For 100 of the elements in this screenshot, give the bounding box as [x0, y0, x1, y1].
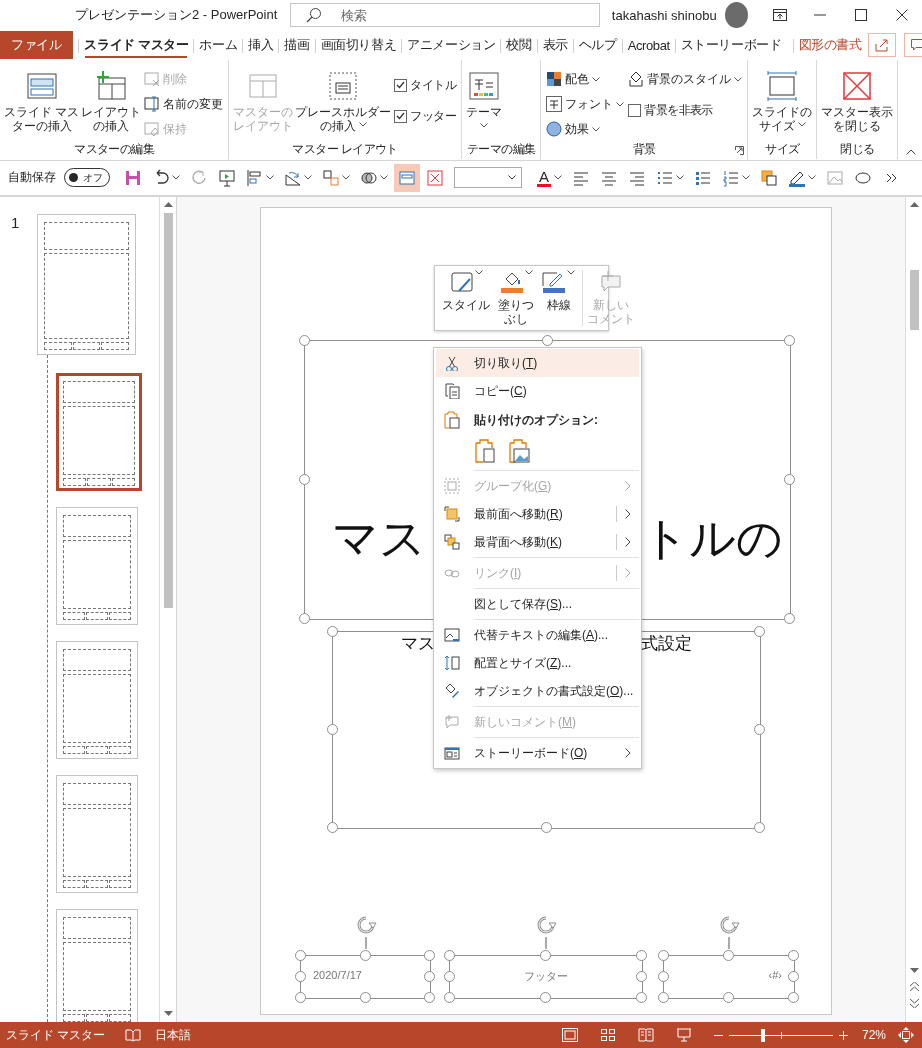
ribbon-button[interactable]: フォント — [544, 93, 627, 115]
toolbar-button[interactable]: 枠線 — [538, 270, 579, 326]
ribbon-button[interactable]: 配色 — [544, 68, 627, 90]
ribbon-button[interactable]: 効果 — [544, 118, 627, 140]
next-slide-button[interactable] — [909, 999, 919, 1008]
ribbon-tab[interactable]: スライド マスター — [79, 32, 194, 58]
slide-thumbnail[interactable] — [37, 214, 136, 355]
ribbon-checkbox[interactable]: フッター — [392, 105, 458, 127]
resize-handle[interactable] — [754, 724, 765, 735]
resize-handle[interactable] — [299, 613, 310, 624]
resize-handle[interactable] — [784, 474, 795, 485]
slide-thumbnail[interactable] — [56, 373, 142, 491]
resize-handle[interactable] — [754, 626, 765, 637]
menu-item[interactable]: 配置とサイズ(Z)... — [436, 649, 640, 677]
paste-option-button[interactable] — [474, 439, 496, 463]
ribbon-tab[interactable]: 表示 — [537, 32, 573, 58]
scrollbar-thumb[interactable] — [163, 213, 173, 608]
ribbon-tab[interactable]: ファイル — [0, 31, 74, 59]
frame-button[interactable] — [394, 163, 420, 192]
resize-handle[interactable] — [327, 626, 338, 637]
rotate-handle[interactable] — [718, 916, 740, 949]
previous-slide-button[interactable] — [909, 982, 919, 991]
scrollbar-thumb[interactable] — [909, 270, 919, 330]
resize-handle[interactable] — [658, 971, 669, 982]
resize-handle[interactable] — [540, 992, 551, 1003]
resize-handle[interactable] — [754, 822, 765, 833]
slide-thumbnail[interactable] — [56, 909, 138, 1022]
menu-item[interactable]: 代替テキストの編集(A)... — [436, 621, 640, 649]
resize-handle[interactable] — [723, 950, 734, 961]
slide-thumbnail[interactable] — [56, 775, 138, 893]
ribbon-button[interactable]: 名前の変更 — [142, 93, 226, 115]
resize-handle[interactable] — [295, 971, 306, 982]
resize-handle[interactable] — [444, 992, 455, 1003]
ribbon-button[interactable]: プレースホルダー の挿入 — [294, 68, 393, 140]
resize-handle[interactable] — [424, 992, 435, 1003]
resize-handle[interactable] — [444, 971, 455, 982]
resize-handle[interactable] — [299, 335, 310, 346]
resize-handle[interactable] — [541, 335, 553, 346]
slide-thumbnail[interactable] — [56, 507, 138, 625]
menu-item[interactable]: 図として保存(S)... — [436, 590, 640, 618]
resize-handle[interactable] — [295, 950, 306, 961]
resize-handle[interactable] — [636, 950, 647, 961]
reading-view-button[interactable] — [637, 1028, 654, 1042]
ribbon-button[interactable]: スライドの サイズ — [751, 68, 814, 140]
resize-handle[interactable] — [359, 992, 371, 1003]
avatar[interactable] — [724, 2, 748, 28]
ribbon-tab[interactable]: ヘルプ — [573, 32, 622, 58]
ribbon-button[interactable]: レイアウト の挿入 — [80, 68, 143, 140]
resize-handle[interactable] — [299, 474, 310, 485]
normal-view-button[interactable] — [561, 1028, 578, 1042]
search-field[interactable]: 検索 — [289, 3, 600, 27]
toolbar-button[interactable]: 塗りつ ぶし — [494, 270, 538, 326]
resize-handle[interactable] — [658, 992, 669, 1003]
ribbon-tab[interactable]: アニメーション — [402, 32, 501, 58]
resize-handle[interactable] — [327, 822, 338, 833]
menu-item[interactable]: 最前面へ移動(R) — [436, 500, 640, 528]
ribbon-tab[interactable]: ホーム — [194, 32, 243, 58]
resize-handle[interactable] — [424, 971, 435, 982]
paste-option-button[interactable] — [508, 439, 530, 463]
toolbar-button[interactable]: スタイル — [438, 270, 494, 326]
ribbon-tab[interactable]: 画面切り替え — [315, 32, 402, 58]
dialog-launcher-button[interactable] — [735, 146, 745, 155]
rotate-handle[interactable] — [535, 916, 557, 949]
menu-item[interactable]: 切り取り(T) — [436, 349, 640, 377]
resize-handle[interactable] — [788, 950, 799, 961]
ribbon-button[interactable]: テーマ — [464, 68, 503, 140]
slide-sorter-button[interactable] — [599, 1028, 616, 1042]
ribbon-checkbox[interactable]: 背景を非表示 — [626, 99, 745, 121]
resize-handle[interactable] — [540, 950, 551, 961]
resize-handle[interactable] — [424, 950, 435, 961]
ribbon-tab[interactable]: Acrobat — [622, 32, 675, 58]
fit-to-window-button[interactable] — [898, 1027, 914, 1043]
resize-handle[interactable] — [359, 950, 371, 961]
menu-item[interactable]: 最背面へ移動(K) — [436, 528, 640, 556]
zoom-in-button[interactable] — [838, 1030, 848, 1040]
font-color-button[interactable]: A — [532, 163, 566, 192]
resize-handle[interactable] — [784, 335, 795, 346]
font-size-field[interactable] — [454, 167, 522, 188]
ribbon-tab[interactable]: 挿入 — [243, 32, 279, 58]
menu-item[interactable]: コピー(C) — [436, 377, 640, 405]
zoom-slider[interactable] — [728, 1028, 833, 1042]
resize-handle[interactable] — [658, 950, 669, 961]
collapse-ribbon-button[interactable] — [906, 149, 916, 155]
ribbon-tab[interactable]: 校閲 — [501, 32, 537, 58]
resize-handle[interactable] — [444, 950, 455, 961]
resize-handle[interactable] — [788, 971, 799, 982]
menu-item[interactable]: オブジェクトの書式設定(O)... — [436, 677, 640, 705]
slider-thumb[interactable] — [761, 1028, 766, 1042]
resize-handle[interactable] — [788, 992, 799, 1003]
slide-thumbnail[interactable] — [56, 641, 138, 759]
ribbon-tab[interactable]: 描画 — [279, 32, 315, 58]
resize-handle[interactable] — [636, 971, 647, 982]
menu-item[interactable]: ストーリーボード(O) — [436, 739, 640, 767]
resize-handle[interactable] — [784, 613, 795, 624]
accessibility-button[interactable] — [125, 1028, 142, 1042]
ribbon-tab[interactable]: ストーリーボード — [675, 32, 787, 58]
resize-handle[interactable] — [636, 992, 647, 1003]
ribbon-checkbox[interactable]: タイトル — [392, 74, 458, 96]
ribbon-button[interactable]: スライド マス ターの挿入 — [3, 68, 81, 140]
slide-show-button[interactable] — [675, 1028, 692, 1042]
